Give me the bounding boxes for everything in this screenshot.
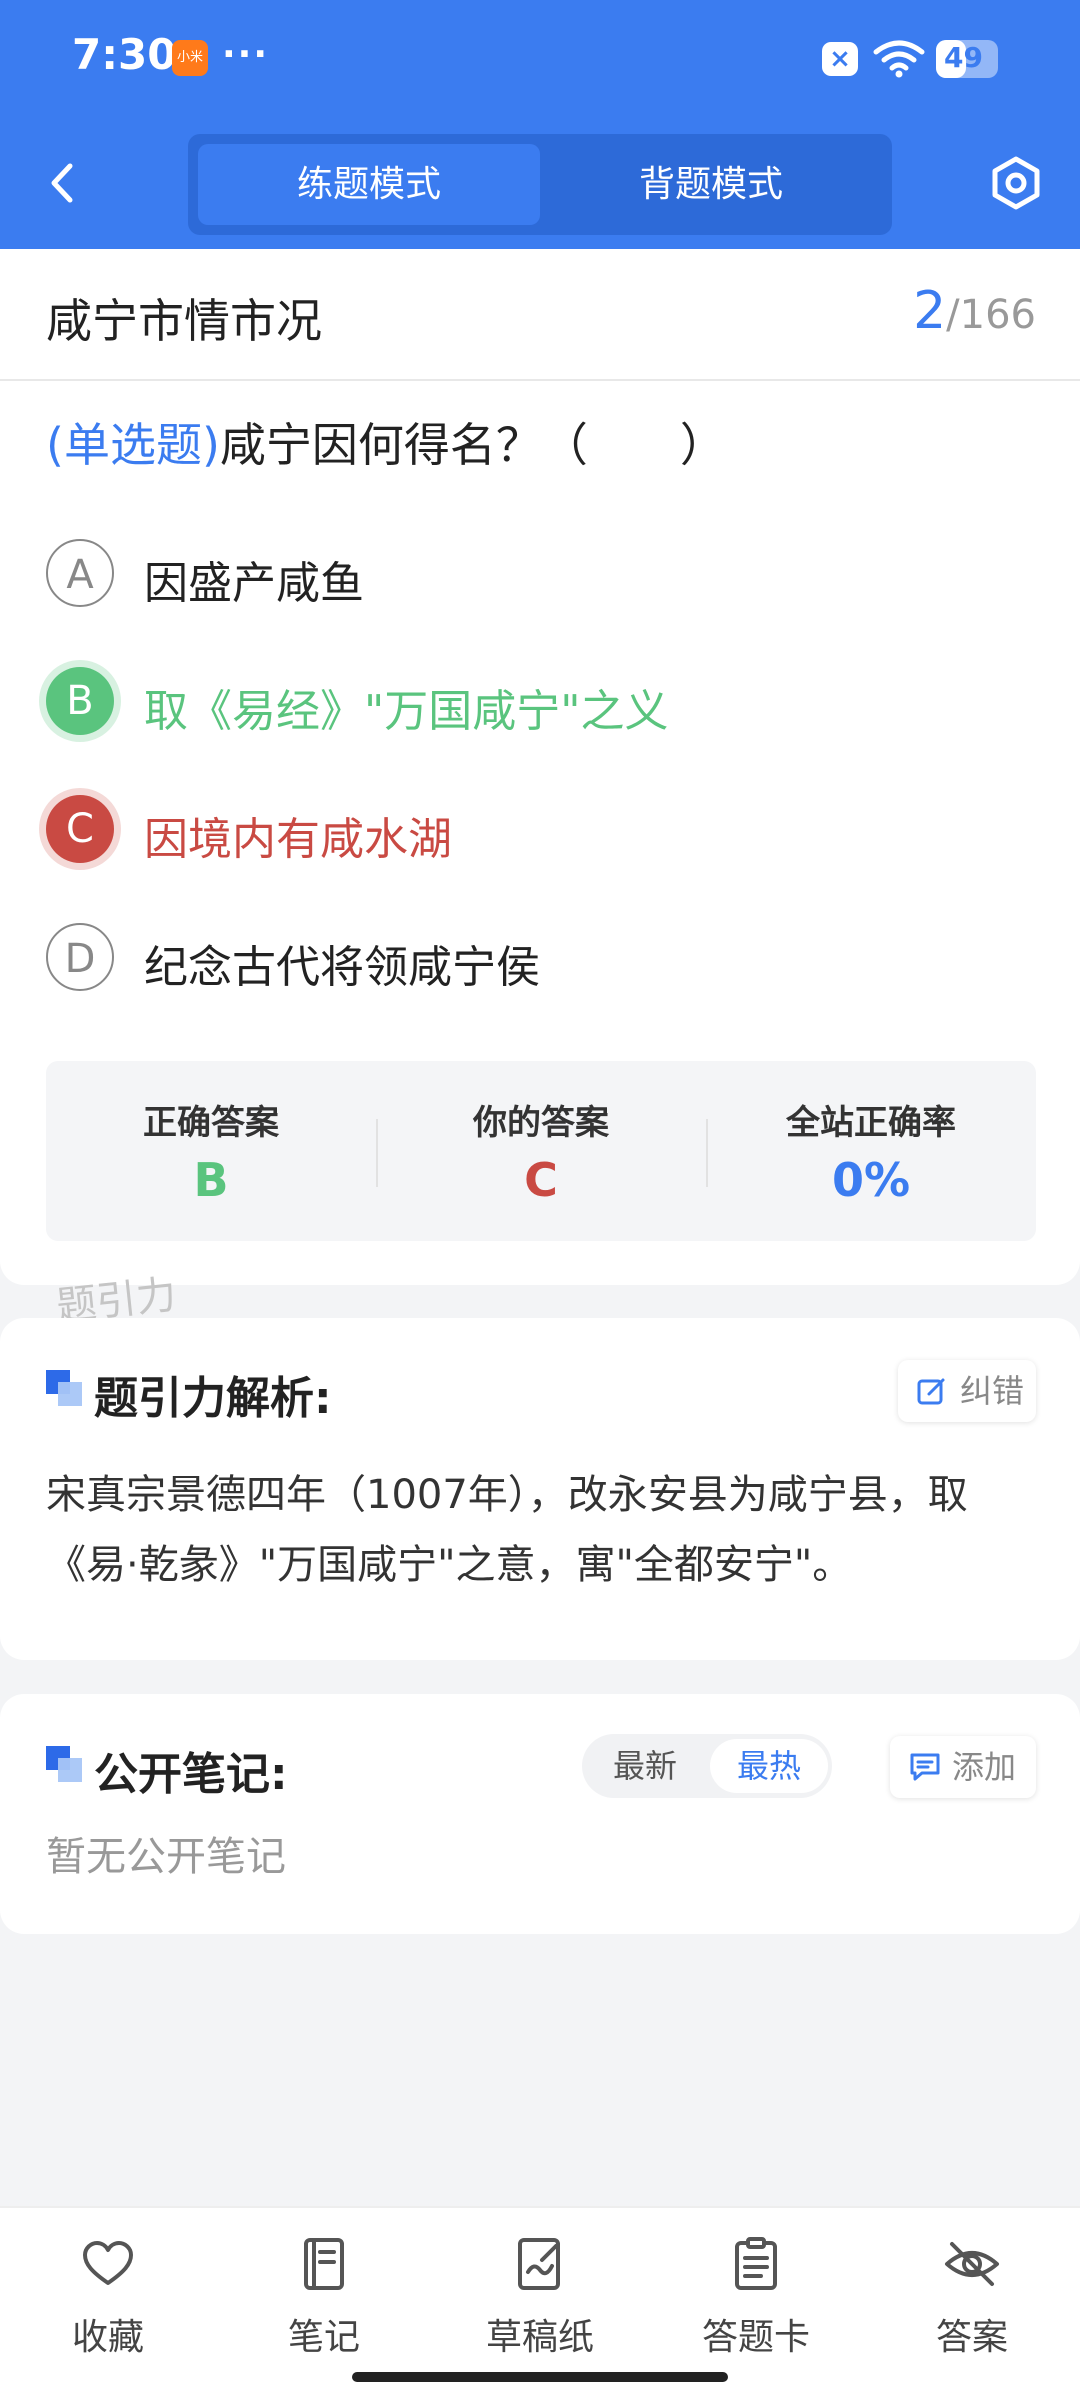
notes-card: 公开笔记: 最新 最热 添加 暂无公开笔记 (0, 1694, 1080, 1934)
battery-icon: 49 (936, 40, 998, 78)
stat-accuracy: 全站正确率 0% (706, 1061, 1036, 1241)
toolbar-label: 收藏 (71, 2317, 144, 2358)
tab-practice-mode[interactable]: 练题模式 (198, 144, 540, 225)
settings-icon[interactable] (988, 155, 1044, 211)
notes-sort-switch: 最新 最热 (582, 1734, 832, 1798)
analysis-card: 题引力解析: 纠错 宋真宗景德四年（1007年），改永安县为咸宁县，取《易·乾彖… (0, 1318, 1080, 1660)
question-category: 咸宁市情市况 (46, 294, 322, 348)
toolbar-label: 答题卡 (701, 2317, 810, 2358)
show-answer-button[interactable]: 答案 (864, 2228, 1080, 2368)
section-icon (46, 1746, 82, 1782)
notebook-icon (304, 2238, 344, 2290)
comment-icon (910, 1753, 940, 1781)
option-letter: A (46, 539, 114, 607)
option-text: 取《易经》"万国咸宁"之义 (144, 686, 669, 737)
back-arrow-icon[interactable] (44, 158, 84, 208)
option-text: 因境内有咸水湖 (144, 814, 452, 865)
close-notification-icon: × (822, 42, 858, 76)
option-letter: C (46, 795, 114, 863)
current-question-number: 2 (913, 281, 947, 341)
stat-value: C (524, 1153, 558, 1207)
tab-recite-mode[interactable]: 背题模式 (540, 144, 882, 225)
add-note-label: 添加 (952, 1748, 1017, 1786)
answer-stats: 正确答案 B 你的答案 C 全站正确率 0% (46, 1061, 1036, 1241)
favorite-button[interactable]: 收藏 (0, 2228, 216, 2368)
xiaomi-app-icon: 小米 (172, 40, 208, 76)
more-notifications-icon: ··· (222, 34, 270, 75)
question-text: 咸宁因何得名？（ ） (219, 418, 726, 472)
option-text: 因盛产咸鱼 (144, 558, 364, 609)
report-error-button[interactable]: 纠错 (898, 1360, 1036, 1422)
stat-correct-answer: 正确答案 B (46, 1061, 376, 1241)
stat-your-answer: 你的答案 C (376, 1061, 706, 1241)
status-time: 7:30 (72, 30, 177, 79)
divider (0, 379, 1080, 381)
toolbar-label: 草稿纸 (485, 2317, 594, 2358)
toolbar-label: 答案 (935, 2317, 1008, 2358)
total-questions: /166 (946, 292, 1036, 338)
option-text: 纪念古代将领咸宁侯 (144, 942, 540, 993)
notes-button[interactable]: 笔记 (216, 2228, 432, 2368)
sort-hottest[interactable]: 最热 (710, 1739, 828, 1793)
header: 7:30 小米 ··· × 49 练题模式 背题模式 (0, 0, 1080, 249)
edit-icon (917, 1378, 945, 1405)
draft-paper-button[interactable]: 草稿纸 (432, 2228, 648, 2368)
answer-card-icon (735, 2237, 777, 2290)
toolbar-label: 笔记 (287, 2317, 360, 2358)
heart-icon (83, 2241, 133, 2285)
stat-value: B (193, 1153, 229, 1207)
question-progress: 2/166 (913, 281, 1036, 341)
stat-value: 0% (831, 1153, 911, 1207)
wifi-icon (873, 40, 925, 78)
stat-label: 全站正确率 (786, 1103, 956, 1143)
analysis-text: 宋真宗景德四年（1007年），改永安县为咸宁县，取《易·乾彖》"万国咸宁"之意，… (46, 1472, 968, 1588)
answer-card-button[interactable]: 答题卡 (648, 2228, 864, 2368)
question-type-tag: (单选题) (46, 418, 220, 472)
home-indicator[interactable] (352, 2372, 728, 2382)
draft-paper-icon (518, 2238, 560, 2290)
sort-latest[interactable]: 最新 (586, 1739, 704, 1793)
status-bar: 7:30 小米 ··· × 49 (0, 0, 1080, 118)
analysis-title: 题引力解析: (94, 1373, 332, 1424)
section-icon (46, 1370, 82, 1406)
add-note-button[interactable]: 添加 (890, 1736, 1036, 1798)
battery-level: 49 (944, 41, 983, 74)
option-letter: D (46, 923, 114, 991)
notes-title: 公开笔记: (94, 1749, 288, 1800)
option-letter: B (46, 667, 114, 735)
mode-switch: 练题模式 背题模式 (188, 134, 892, 235)
question-card: 咸宁市情市况 2/166 (单选题)咸宁因何得名？（ ） A 因盛产咸鱼 B 取… (0, 249, 1080, 1285)
stat-label: 你的答案 (473, 1103, 609, 1143)
eye-off-icon (945, 2242, 999, 2286)
report-error-label: 纠错 (960, 1372, 1025, 1410)
stat-label: 正确答案 (143, 1103, 279, 1143)
question-title: (单选题)咸宁因何得名？（ ） (46, 409, 726, 475)
notes-empty-text: 暂无公开笔记 (46, 1834, 286, 1880)
